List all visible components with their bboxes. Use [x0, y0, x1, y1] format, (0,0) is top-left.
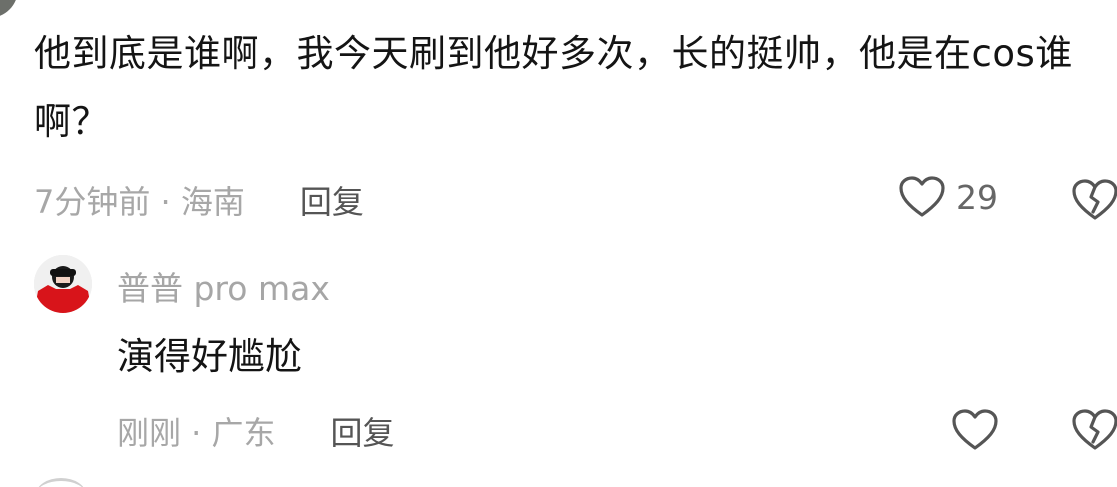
reply-like-button[interactable]	[951, 408, 999, 452]
comment-dislike-button[interactable]	[1071, 178, 1117, 222]
comment-like-button[interactable]: 29	[898, 175, 998, 219]
comment-text: 他到底是谁啊，我今天刷到他好多次，长的挺帅，他是在cos谁啊？	[34, 32, 1073, 143]
comment-time-location: 7分钟前 · 海南	[34, 183, 245, 221]
reply-meta-row: 刚刚 · 广东 回复	[117, 406, 395, 456]
heart-outline-icon	[951, 408, 999, 452]
comment-like-count: 29	[956, 177, 998, 217]
comment-reply-button[interactable]: 回复	[300, 177, 364, 223]
broken-heart-icon	[1071, 408, 1117, 452]
reply-reply-button[interactable]: 回复	[331, 408, 395, 454]
commenter-avatar[interactable]	[0, 0, 18, 18]
reply-user-avatar[interactable]	[34, 255, 92, 313]
reply-time-location: 刚刚 · 广东	[117, 414, 276, 452]
next-comment-avatar	[36, 478, 86, 487]
broken-heart-icon	[1071, 178, 1117, 222]
reply-username[interactable]: 普普 pro max	[117, 262, 330, 310]
reply-dislike-button[interactable]	[1071, 408, 1117, 452]
comment-meta-row: 7分钟前 · 海南 回复	[34, 175, 364, 225]
heart-outline-icon	[898, 175, 946, 219]
reply-text: 演得好尴尬	[117, 335, 302, 378]
comment-thread: 他到底是谁啊，我今天刷到他好多次，长的挺帅，他是在cos谁啊？ 7分钟前 · 海…	[0, 0, 1117, 487]
